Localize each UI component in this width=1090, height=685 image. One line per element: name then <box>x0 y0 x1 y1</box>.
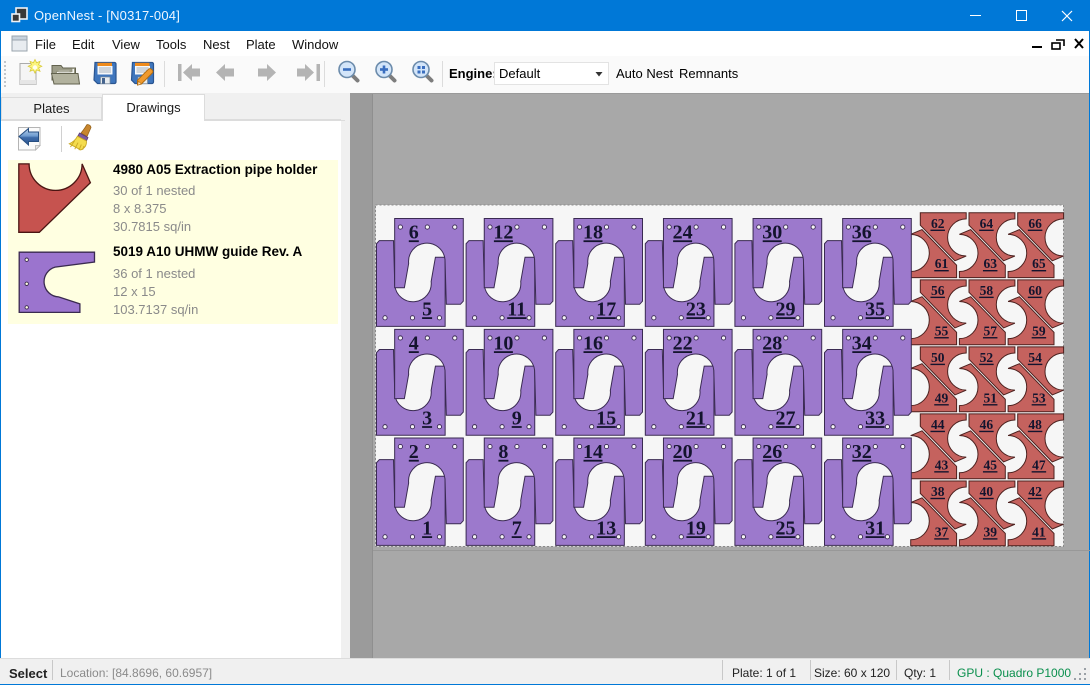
svg-text:3: 3 <box>422 407 432 429</box>
svg-text:54: 54 <box>1028 350 1042 365</box>
svg-text:59: 59 <box>1032 323 1046 338</box>
svg-text:17: 17 <box>596 298 616 320</box>
svg-text:32: 32 <box>852 441 872 463</box>
svg-text:40: 40 <box>980 484 994 499</box>
svg-text:46: 46 <box>980 417 994 432</box>
svg-text:16: 16 <box>583 332 603 354</box>
svg-text:18: 18 <box>583 222 603 244</box>
svg-text:29: 29 <box>776 298 796 320</box>
svg-text:61: 61 <box>935 256 949 271</box>
svg-text:63: 63 <box>983 256 997 271</box>
svg-text:28: 28 <box>762 332 782 354</box>
svg-text:33: 33 <box>865 407 885 429</box>
svg-text:42: 42 <box>1028 484 1042 499</box>
svg-text:2: 2 <box>409 441 419 463</box>
svg-text:47: 47 <box>1032 457 1046 472</box>
svg-text:49: 49 <box>935 390 949 405</box>
svg-text:65: 65 <box>1032 256 1046 271</box>
svg-text:24: 24 <box>673 222 693 244</box>
svg-text:6: 6 <box>409 222 419 244</box>
svg-text:4: 4 <box>409 332 419 354</box>
svg-text:44: 44 <box>931 417 945 432</box>
svg-text:50: 50 <box>931 350 945 365</box>
svg-text:20: 20 <box>673 441 693 463</box>
svg-text:15: 15 <box>596 407 616 429</box>
svg-text:39: 39 <box>983 524 997 539</box>
svg-text:22: 22 <box>673 332 693 354</box>
svg-text:11: 11 <box>507 298 526 320</box>
svg-text:14: 14 <box>583 441 603 463</box>
svg-text:56: 56 <box>931 283 945 298</box>
svg-text:35: 35 <box>865 298 885 320</box>
svg-text:60: 60 <box>1028 283 1042 298</box>
svg-text:7: 7 <box>512 517 522 539</box>
svg-text:27: 27 <box>776 407 796 429</box>
svg-text:48: 48 <box>1028 417 1042 432</box>
svg-text:5: 5 <box>422 298 432 320</box>
svg-text:13: 13 <box>596 517 616 539</box>
svg-text:62: 62 <box>931 216 945 231</box>
svg-text:43: 43 <box>935 457 949 472</box>
svg-text:25: 25 <box>776 517 796 539</box>
svg-text:55: 55 <box>935 323 949 338</box>
svg-text:1: 1 <box>422 517 432 539</box>
svg-text:21: 21 <box>686 407 706 429</box>
svg-text:38: 38 <box>931 484 945 499</box>
svg-text:53: 53 <box>1032 390 1046 405</box>
svg-text:37: 37 <box>935 524 949 539</box>
svg-text:51: 51 <box>983 390 997 405</box>
svg-text:23: 23 <box>686 298 706 320</box>
svg-text:36: 36 <box>852 222 872 244</box>
svg-text:64: 64 <box>980 216 994 231</box>
svg-text:41: 41 <box>1032 524 1046 539</box>
svg-text:10: 10 <box>493 332 513 354</box>
svg-text:52: 52 <box>980 350 994 365</box>
svg-text:57: 57 <box>983 323 997 338</box>
svg-text:45: 45 <box>983 457 997 472</box>
svg-text:26: 26 <box>762 441 782 463</box>
svg-text:8: 8 <box>498 441 508 463</box>
svg-text:19: 19 <box>686 517 706 539</box>
svg-text:12: 12 <box>493 222 513 244</box>
svg-text:9: 9 <box>512 407 522 429</box>
svg-text:66: 66 <box>1028 216 1042 231</box>
svg-text:30: 30 <box>762 222 782 244</box>
svg-text:34: 34 <box>852 332 872 354</box>
svg-text:58: 58 <box>980 283 994 298</box>
svg-text:31: 31 <box>865 517 885 539</box>
